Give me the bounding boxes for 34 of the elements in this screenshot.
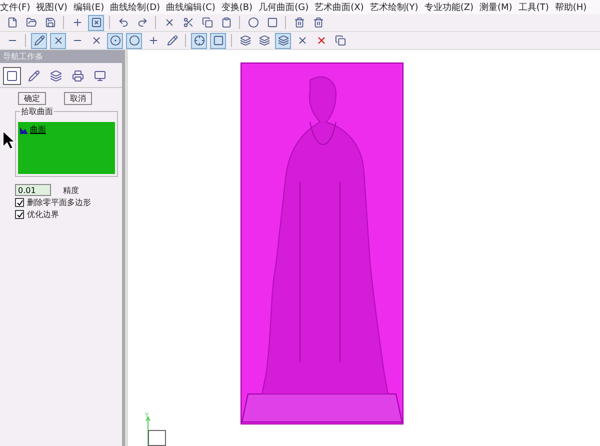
menu-item[interactable]: 帮助(H)	[554, 0, 587, 14]
ok-button[interactable]: 确定	[18, 92, 46, 105]
square-icon[interactable]	[3, 67, 21, 85]
menu-item[interactable]: 专业功能(Z)	[424, 0, 474, 14]
menu-item[interactable]: 工具(T)	[518, 0, 549, 14]
circle-dot-icon[interactable]	[107, 32, 123, 48]
menu-item[interactable]: 艺术曲面(X)	[314, 0, 364, 14]
checkbox-label: 删除零平面多边形	[27, 197, 91, 208]
crosshair-icon[interactable]	[191, 32, 207, 48]
circle-icon[interactable]	[126, 32, 142, 48]
panel-title: 导航工作条	[0, 50, 122, 63]
cursor-arrow-icon	[2, 130, 16, 150]
layers-icon[interactable]	[275, 32, 291, 48]
menu-item[interactable]: 视图(V)	[36, 0, 68, 14]
menu-item[interactable]: 艺术绘制(Y)	[370, 0, 418, 14]
precision-field[interactable]: 0.01	[15, 184, 51, 196]
field-label: 精度	[63, 184, 79, 196]
cancel-button[interactable]: 取消	[64, 92, 92, 105]
checkbox[interactable]	[15, 210, 24, 219]
menu-item[interactable]: 曲线编辑(C)	[166, 0, 216, 14]
x-icon[interactable]	[50, 32, 66, 48]
menu-item[interactable]: 曲线绘制(D)	[110, 0, 160, 14]
square-x-icon[interactable]	[88, 14, 104, 30]
menu-item[interactable]: 几何曲面(G)	[258, 0, 309, 14]
menu-item[interactable]: 编辑(E)	[73, 0, 104, 14]
menu-item[interactable]: 文件(F)	[0, 0, 30, 14]
surface-icon	[20, 126, 28, 134]
list-item[interactable]: 曲面	[30, 124, 46, 135]
checkbox[interactable]	[15, 198, 24, 207]
menu-item[interactable]: 测量(M)	[480, 0, 512, 14]
menu-item[interactable]: 变换(B)	[221, 0, 253, 14]
group-label: 拾取曲面	[20, 106, 54, 117]
square-icon[interactable]	[210, 32, 226, 48]
checkbox-label: 优化边界	[27, 209, 59, 220]
